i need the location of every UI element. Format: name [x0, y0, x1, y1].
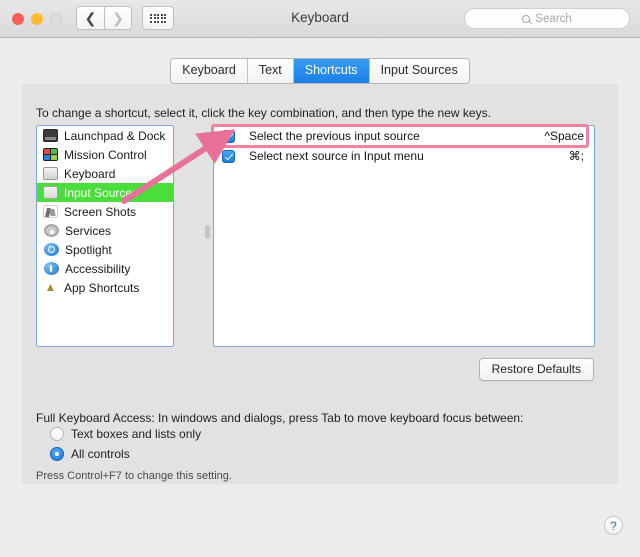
shortcut-label: Select the previous input source — [249, 129, 420, 143]
shortcut-label: Select next source in Input menu — [249, 149, 424, 163]
shortcut-checkbox[interactable] — [222, 129, 235, 143]
full-keyboard-access-label: Full Keyboard Access: In windows and dia… — [36, 411, 524, 425]
radio-all-controls[interactable]: All controls — [50, 447, 130, 461]
sidebar-item-accessibility[interactable]: Accessibility — [37, 259, 173, 278]
launchpad-dock-icon — [43, 129, 58, 142]
footer-note: Press Control+F7 to change this setting. — [36, 470, 232, 482]
input-sources-icon — [43, 186, 58, 199]
radio-label: All controls — [71, 447, 130, 461]
table-row[interactable]: Select the previous input source ^Space — [214, 126, 594, 146]
radio-label: Text boxes and lists only — [71, 427, 202, 441]
shortcut-checkbox[interactable] — [222, 149, 235, 163]
sidebar-item-app-shortcuts[interactable]: ▲ App Shortcuts — [37, 278, 173, 297]
search-icon — [522, 14, 531, 23]
sidebar-item-input-sources[interactable]: Input Sources — [37, 183, 173, 202]
shortcut-hint-text: To change a shortcut, select it, click t… — [36, 106, 491, 120]
tab-shortcuts[interactable]: Shortcuts — [293, 59, 370, 83]
sidebar-item-label: Screen Shots — [64, 204, 137, 219]
sidebar-item-label: Accessibility — [65, 261, 131, 276]
radio-button[interactable] — [50, 447, 64, 461]
screen-shots-icon — [43, 205, 58, 218]
tab-keyboard[interactable]: Keyboard — [171, 59, 248, 83]
sidebar-item-keyboard[interactable]: Keyboard — [37, 164, 173, 183]
sidebar-item-launchpad-dock[interactable]: Launchpad & Dock — [37, 126, 173, 145]
app-shortcuts-icon: ▲ — [44, 280, 57, 294]
tab-input-sources[interactable]: Input Sources — [369, 59, 469, 83]
shortcut-category-list[interactable]: Launchpad & Dock Mission Control Keyboar… — [36, 125, 174, 347]
sidebar-item-services[interactable]: Services — [37, 221, 173, 240]
sidebar-item-label: App Shortcuts — [64, 280, 140, 295]
accessibility-icon — [44, 262, 59, 275]
keyboard-icon — [43, 167, 58, 180]
sidebar-item-spotlight[interactable]: Spotlight — [37, 240, 173, 259]
mission-control-icon — [43, 148, 58, 161]
sidebar-item-screen-shots[interactable]: Screen Shots — [37, 202, 173, 221]
pane-divider[interactable] — [205, 125, 210, 347]
search-placeholder: Search — [535, 12, 572, 25]
shortcut-key[interactable]: ⌘; — [569, 149, 584, 163]
sidebar-item-label: Launchpad & Dock — [64, 128, 166, 143]
sidebar-item-label: Services — [65, 223, 112, 238]
help-button[interactable]: ? — [604, 516, 623, 535]
table-row[interactable]: Select next source in Input menu ⌘; — [214, 146, 594, 166]
shortcut-list[interactable]: Select the previous input source ^Space … — [213, 125, 595, 347]
window-titlebar: ❮ ❯ Keyboard Search — [0, 0, 640, 38]
sidebar-item-label: Input Sources — [64, 185, 139, 200]
shortcut-key[interactable]: ^Space — [544, 129, 584, 143]
search-input[interactable]: Search — [464, 8, 630, 29]
sidebar-item-label: Spotlight — [65, 242, 112, 257]
tab-text[interactable]: Text — [247, 59, 294, 83]
radio-button[interactable] — [50, 427, 64, 441]
sidebar-item-mission-control[interactable]: Mission Control — [37, 145, 173, 164]
keyboard-preferences-window: ❮ ❯ Keyboard Search Keyboard Text Shortc… — [0, 0, 640, 557]
restore-defaults-button[interactable]: Restore Defaults — [478, 358, 594, 381]
pane-resize-thumb[interactable] — [205, 225, 210, 239]
spotlight-icon — [44, 243, 59, 256]
services-gear-icon — [44, 224, 59, 237]
sidebar-item-label: Mission Control — [64, 147, 147, 162]
radio-text-boxes-and-lists-only[interactable]: Text boxes and lists only — [50, 427, 201, 441]
preference-tabs: Keyboard Text Shortcuts Input Sources — [0, 58, 640, 84]
sidebar-item-label: Keyboard — [64, 166, 116, 181]
